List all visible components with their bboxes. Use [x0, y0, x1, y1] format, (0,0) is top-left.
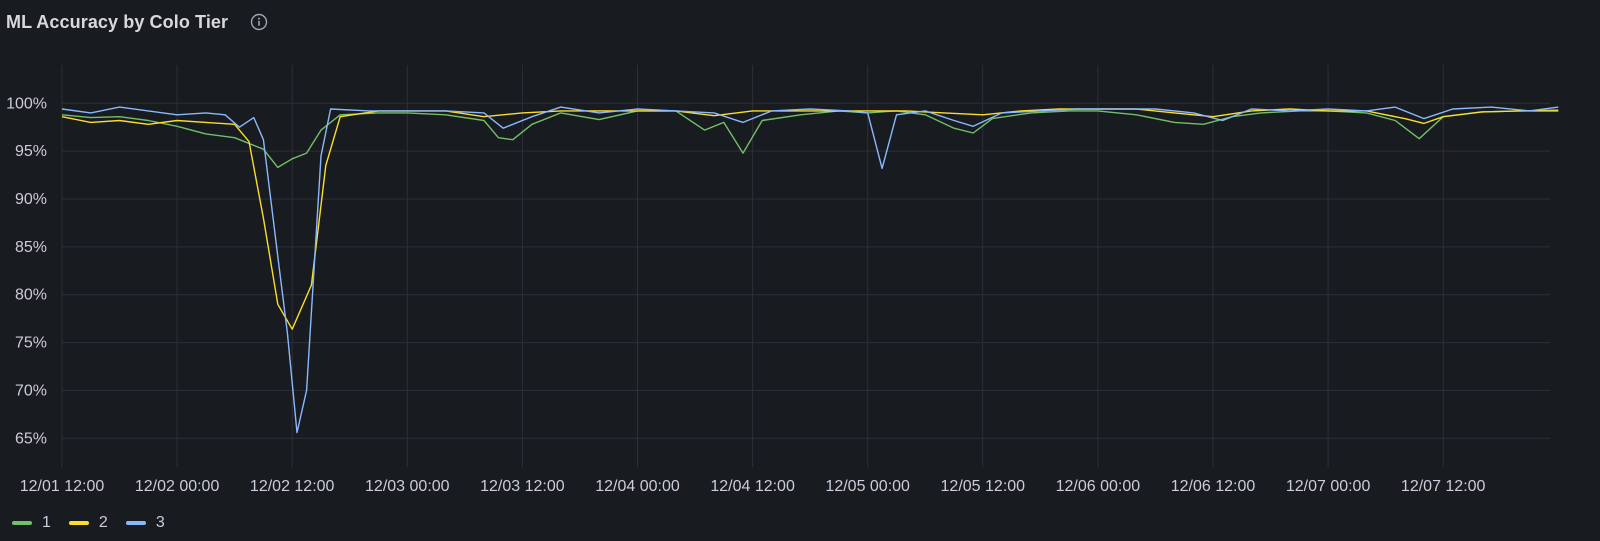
x-tick-label: 12/04 12:00: [710, 478, 795, 495]
legend-swatch: [12, 521, 32, 525]
x-tick-label: 12/06 00:00: [1056, 478, 1141, 495]
legend-label: 3: [155, 514, 165, 531]
legend-swatch: [125, 521, 146, 525]
legend: 1 2 3: [12, 514, 165, 532]
x-tick-label: 12/07 12:00: [1401, 478, 1486, 495]
y-tick-label: 65%: [15, 430, 47, 447]
x-tick-label: 12/02 00:00: [135, 478, 220, 495]
x-axis-labels: 12/01 12:00 12/02 00:00 12/02 12:00 12/03 0…: [20, 478, 1486, 495]
series-line-1[interactable]: [61, 109, 1559, 169]
x-tick-label: 12/06 12:00: [1171, 478, 1256, 495]
chart-panel: ML Accuracy by Colo Tier 65% 70% 75% 80% 85%…: [0, 0, 1600, 541]
y-tick-label: 95%: [15, 143, 47, 160]
y-tick-label: 100%: [6, 95, 47, 112]
x-tick-label: 12/05 12:00: [941, 478, 1026, 495]
series-line-3[interactable]: [61, 106, 1559, 434]
grid-lines: [61, 65, 1550, 467]
x-tick-label: 12/05 00:00: [825, 478, 910, 495]
legend-item-3[interactable]: 3: [125, 514, 165, 532]
line-chart: 65%70%75%80%85%90%95%100% 12/01 12:00 12/…: [6, 65, 1559, 495]
legend-swatch: [68, 521, 89, 525]
x-tick-label: 12/03 12:00: [480, 478, 565, 495]
x-tick-label: 12/04 00:00: [595, 478, 680, 495]
series-lines: [61, 106, 1559, 434]
y-tick-label: 75%: [15, 335, 47, 352]
legend-item-1[interactable]: 1: [12, 514, 51, 532]
legend-label: 1: [42, 514, 51, 531]
y-axis-labels: 65% 70% 75% 80% 85% 90% 95% 100%: [6, 95, 47, 447]
x-tick-label: 12/03 00:00: [365, 478, 450, 495]
y-tick-label: 90%: [15, 191, 47, 208]
y-tick-label: 80%: [15, 287, 47, 304]
y-tick-label: 85%: [15, 239, 47, 256]
x-tick-label: 12/01 12:00: [20, 478, 105, 495]
y-tick-label: 70%: [15, 382, 47, 399]
series-line-2[interactable]: [61, 108, 1559, 330]
x-tick-label: 12/07 00:00: [1286, 478, 1371, 495]
legend-item-2[interactable]: 2: [68, 514, 108, 532]
x-tick-label: 12/02 12:00: [250, 478, 335, 495]
legend-label: 2: [98, 514, 108, 531]
